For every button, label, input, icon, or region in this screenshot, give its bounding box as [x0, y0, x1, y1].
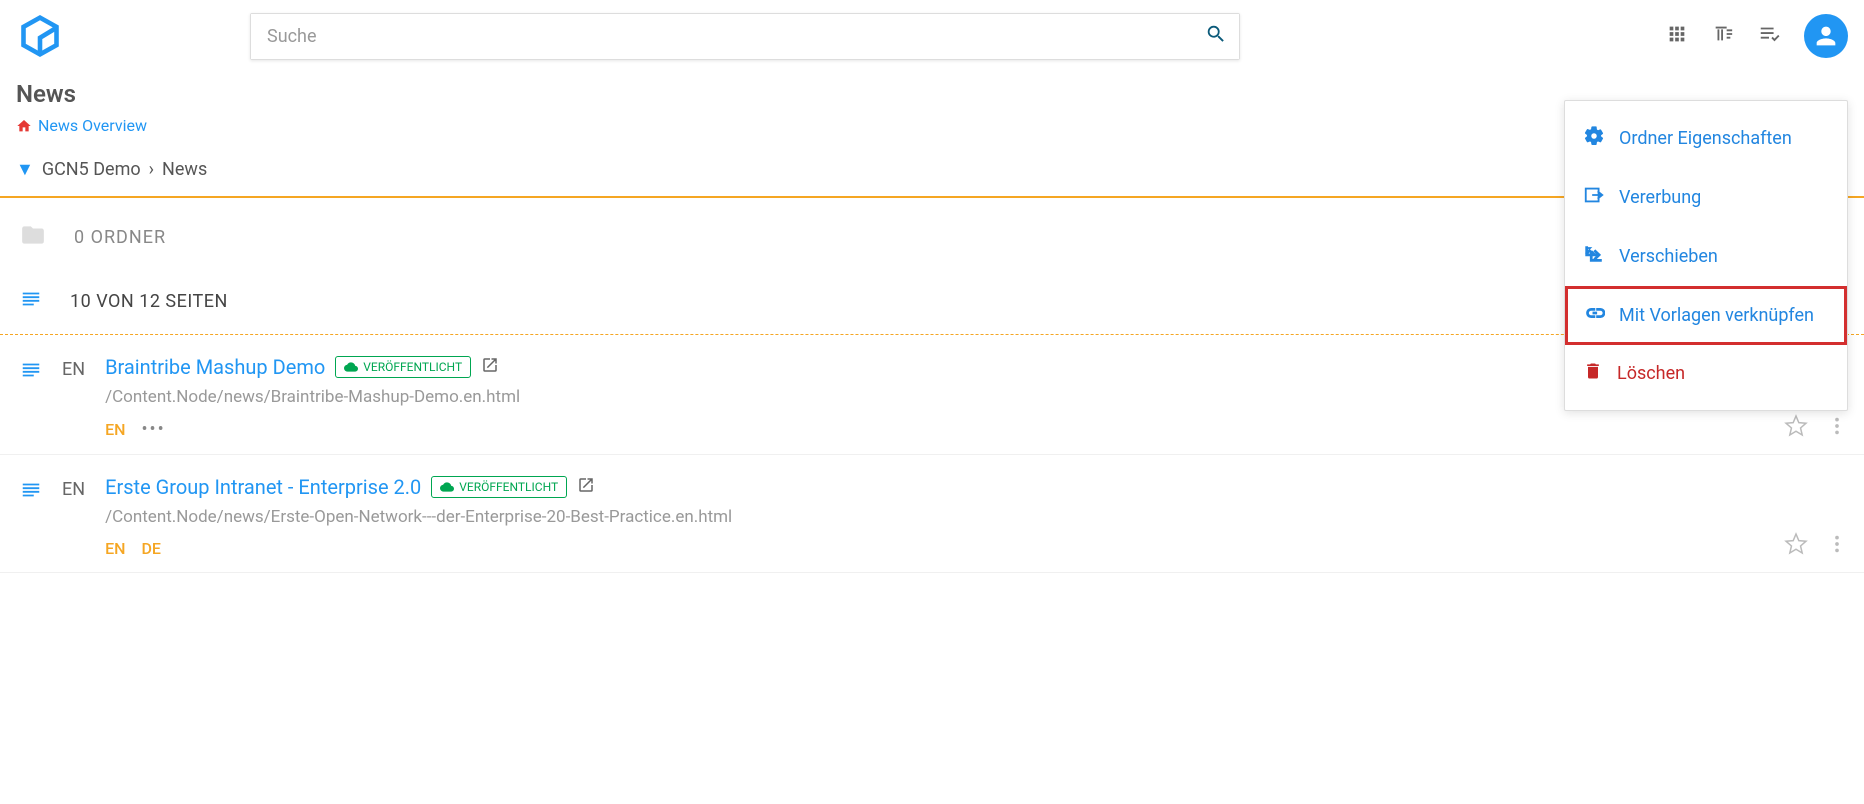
search-input[interactable]	[251, 14, 1239, 59]
checklist-icon	[1758, 23, 1780, 45]
menu-item-trash[interactable]: Löschen	[1565, 345, 1847, 402]
trash-list-icon	[1712, 23, 1734, 45]
external-link-icon	[481, 356, 499, 374]
open-external[interactable]	[481, 356, 499, 378]
home-icon	[16, 118, 32, 134]
search-container	[250, 13, 1240, 60]
status-text: VERÖFFENTLICHT	[459, 480, 558, 494]
pages-label: 10 VON 12 SEITEN	[70, 291, 228, 312]
lines-icon	[20, 479, 42, 558]
cloud-icon	[440, 480, 454, 494]
star-icon	[1784, 532, 1808, 556]
page-name-link[interactable]: Braintribe Mashup Demo	[105, 355, 325, 379]
open-external[interactable]	[577, 476, 595, 498]
menu-item-label: Verschieben	[1619, 246, 1718, 267]
breadcrumb-current: News	[162, 159, 207, 180]
favorite-button[interactable]	[1784, 532, 1808, 560]
lang-code: EN	[62, 359, 85, 440]
lang-tag[interactable]: DE	[141, 539, 160, 558]
topbar	[0, 0, 1864, 72]
breadcrumb-separator: ›	[149, 159, 154, 180]
link-icon	[1583, 302, 1605, 329]
trash-icon	[1583, 361, 1603, 386]
menu-item-gear[interactable]: Ordner Eigenschaften	[1565, 109, 1847, 168]
search-button[interactable]	[1205, 23, 1227, 49]
row-more-button[interactable]	[1826, 415, 1848, 441]
more-vert-icon	[1826, 533, 1848, 555]
arrow-in-icon	[1583, 184, 1605, 211]
avatar[interactable]	[1804, 14, 1848, 58]
lang-tags: EN •••	[105, 419, 1844, 440]
lang-tag[interactable]: EN	[105, 420, 125, 439]
status-badge: VERÖFFENTLICHT	[335, 356, 471, 378]
external-link-icon	[577, 476, 595, 494]
page-row: EN Erste Group Intranet - Enterprise 2.0…	[0, 455, 1864, 573]
checklist-button[interactable]	[1758, 23, 1780, 49]
lang-code: EN	[62, 479, 85, 558]
status-badge: VERÖFFENTLICHT	[431, 476, 567, 498]
menu-item-arrow-in[interactable]: Vererbung	[1565, 168, 1847, 227]
more-langs[interactable]: •••	[141, 419, 165, 440]
menu-item-label: Ordner Eigenschaften	[1619, 128, 1792, 149]
page-path: /Content.Node/news/Erste-Open-Network---…	[105, 507, 1844, 527]
context-menu: Ordner Eigenschaften Vererbung Verschieb…	[1564, 100, 1848, 411]
overview-link-label: News Overview	[38, 116, 147, 135]
folder-icon	[20, 222, 46, 252]
menu-item-label: Mit Vorlagen verknüpfen	[1619, 305, 1814, 326]
menu-item-subdir-arrow[interactable]: Verschieben	[1565, 227, 1847, 286]
trash-list-button[interactable]	[1712, 23, 1734, 49]
person-icon	[1812, 22, 1840, 50]
logo	[16, 12, 64, 60]
gear-icon	[1583, 125, 1605, 152]
row-more-button[interactable]	[1826, 533, 1848, 559]
status-text: VERÖFFENTLICHT	[363, 360, 462, 374]
search-icon	[1205, 23, 1227, 45]
menu-item-link[interactable]: Mit Vorlagen verknüpfen	[1565, 286, 1847, 345]
apps-icon	[1666, 23, 1688, 45]
apps-button[interactable]	[1666, 23, 1688, 49]
topbar-actions	[1666, 14, 1848, 58]
star-icon	[1784, 414, 1808, 438]
page-name-link[interactable]: Erste Group Intranet - Enterprise 2.0	[105, 475, 421, 499]
caret-down-icon[interactable]: ▼	[16, 159, 34, 180]
folders-label: 0 ORDNER	[74, 227, 166, 248]
menu-item-label: Löschen	[1617, 363, 1685, 384]
lines-icon	[20, 288, 42, 314]
menu-item-label: Vererbung	[1619, 187, 1701, 208]
breadcrumb-root[interactable]: GCN5 Demo	[42, 159, 141, 180]
more-vert-icon	[1826, 415, 1848, 437]
lang-tag[interactable]: EN	[105, 539, 125, 558]
subdir-arrow-icon	[1583, 243, 1605, 270]
lang-tags: EN DE	[105, 539, 1844, 558]
favorite-button[interactable]	[1784, 414, 1808, 442]
lines-icon	[20, 359, 42, 440]
cloud-icon	[344, 360, 358, 374]
